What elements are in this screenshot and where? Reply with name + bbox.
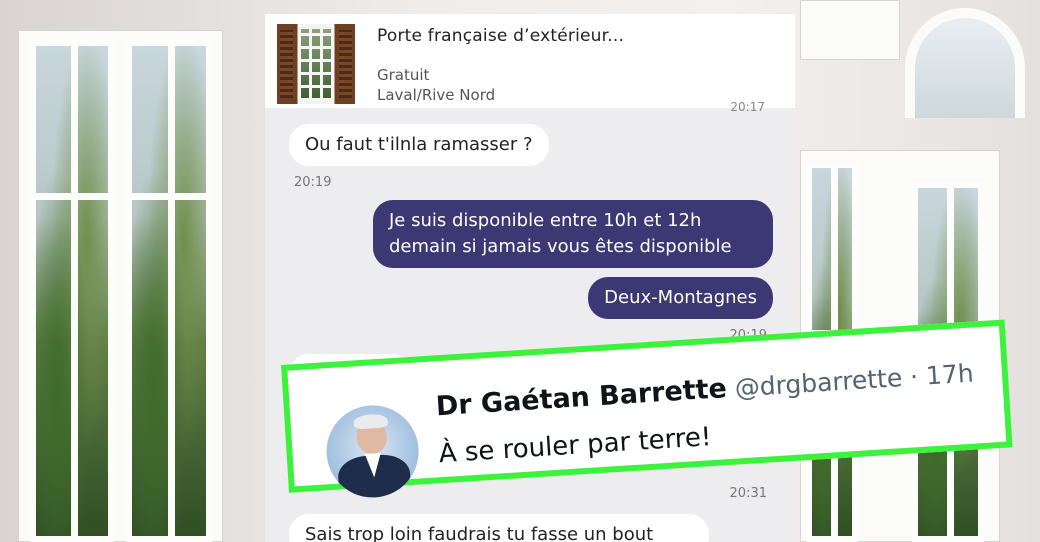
window-pane: [30, 40, 114, 542]
shutter-left: [280, 30, 293, 98]
avatar: [323, 402, 422, 501]
tweet-header: Dr Gaétan Barrette @drgbarrette · 17h: [435, 358, 975, 423]
french-window-left: [18, 30, 223, 542]
message-timestamp: 20:31: [729, 486, 767, 501]
tweet-text: À se rouler par terre!: [437, 422, 713, 470]
listing-price: Gratuit: [377, 66, 430, 84]
listing-title: Porte française d’extérieur...: [377, 26, 625, 46]
message-outgoing: Deux-Montagnes: [588, 277, 773, 319]
arched-window: [905, 8, 1025, 118]
listing-info: Porte française d’extérieur... Gratuit L…: [377, 24, 624, 104]
message-incoming: Sais trop loin faudrais tu fasse un bout: [289, 514, 709, 542]
message-incoming: Ou faut t'ilnla ramasser ?: [289, 124, 549, 166]
avatar-hair: [353, 413, 389, 430]
message-timestamp: 20:17: [730, 100, 765, 114]
door-glass: [298, 28, 334, 101]
shutter-right: [339, 30, 352, 98]
tweet-author-handle[interactable]: @drgbarrette · 17h: [734, 359, 975, 403]
message-outgoing: Je suis disponible entre 10h et 12h dema…: [373, 200, 773, 268]
window-frame-top: [800, 0, 900, 60]
message-timestamp: 20:19: [294, 175, 332, 190]
listing-header[interactable]: Porte française d’extérieur... Gratuit L…: [265, 14, 795, 108]
window-pane: [126, 40, 212, 542]
tweet-author-name[interactable]: Dr Gaétan Barrette: [435, 373, 728, 422]
listing-thumbnail: [277, 24, 355, 104]
listing-location: Laval/Rive Nord: [377, 86, 496, 104]
